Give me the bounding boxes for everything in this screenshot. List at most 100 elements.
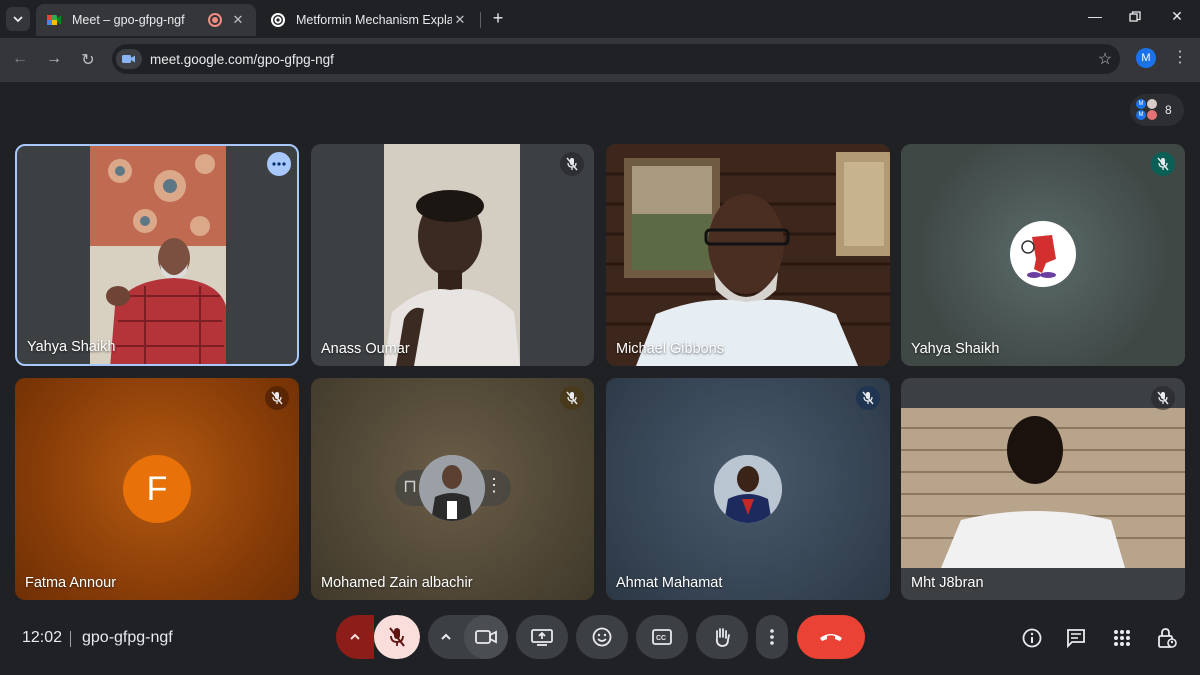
tile-more-options-button[interactable] (267, 152, 291, 176)
muted-indicator (560, 386, 584, 410)
mic-off-icon (1157, 157, 1169, 171)
more-options-button[interactable] (756, 615, 788, 659)
lock-person-icon (1158, 628, 1177, 648)
avatar: M (1136, 99, 1146, 109)
participant-name: Michael Gibbons (616, 341, 724, 357)
mic-off-icon (566, 157, 578, 171)
participant-name: Anass Oumar (321, 341, 410, 357)
tab-title: Metformin Mechanism Explaine (296, 13, 452, 27)
mic-toggle-button[interactable] (374, 615, 420, 659)
emoji-icon (592, 627, 612, 647)
avatar (1010, 221, 1076, 287)
camera-toggle-button[interactable] (464, 615, 508, 659)
close-tab-icon[interactable]: ✕ (452, 12, 468, 28)
reload-icon[interactable]: ↻ (78, 50, 98, 70)
participant-name: Fatma Annour (25, 575, 117, 591)
participant-name: Yahya Shaikh (911, 341, 1000, 357)
profile-photo-image (714, 455, 782, 523)
participant-tile[interactable]: ⊓ ⋮ Mohamed Zain albachir (311, 378, 594, 600)
info-icon (1022, 628, 1042, 648)
apps-grid-icon (1114, 630, 1130, 646)
participant-tile[interactable]: Ahmat Mahamat (606, 378, 890, 600)
minimize-icon[interactable]: — (1080, 8, 1110, 24)
avatar (1147, 99, 1157, 109)
mic-off-icon (566, 391, 578, 405)
avatar (1147, 110, 1157, 120)
participant-name: Mht J8bran (911, 575, 984, 591)
restore-icon[interactable] (1120, 8, 1150, 26)
forward-icon[interactable]: → (44, 50, 64, 68)
svg-text:CC: CC (656, 635, 666, 642)
captions-button[interactable]: CC (636, 615, 688, 659)
participant-name: Yahya Shaikh (27, 339, 116, 355)
participant-tile[interactable]: Anass Oumar (311, 144, 594, 366)
present-screen-button[interactable] (516, 615, 568, 659)
raise-hand-icon (715, 628, 730, 647)
video-frame-image (901, 408, 1185, 568)
browser-menu-icon[interactable]: ⋮ (1170, 46, 1190, 70)
chevron-down-icon (13, 16, 23, 23)
pin-icon[interactable]: ⊓ (403, 476, 417, 497)
video-frame-image (606, 144, 890, 366)
profile-avatar[interactable]: M (1136, 48, 1156, 68)
participant-video (90, 146, 226, 364)
raise-hand-button[interactable] (696, 615, 748, 659)
emoji-reactions-button[interactable] (576, 615, 628, 659)
call-controls-bar: 12:02 gpo-gfpg-ngf CC (0, 605, 1200, 675)
mic-off-icon (1157, 391, 1169, 405)
camera-options-button[interactable] (428, 615, 464, 659)
new-tab-button[interactable]: + (487, 8, 509, 29)
muted-indicator (856, 386, 880, 410)
divider (70, 631, 71, 647)
tab-divider (480, 12, 481, 28)
profile-photo-image (419, 455, 485, 521)
cartoon-avatar-image (1021, 235, 1056, 278)
avatar: M (1136, 110, 1146, 120)
activities-button[interactable] (1110, 626, 1134, 650)
current-time: 12:02 (22, 629, 63, 646)
meeting-details-button[interactable] (1020, 626, 1044, 650)
more-vertical-icon (770, 629, 774, 645)
browser-tab-strip: Meet – gpo-gfpg-ngf ✕ Metformin Mechanis… (0, 0, 1200, 38)
leave-call-button[interactable] (797, 615, 865, 659)
tab-chatgpt[interactable]: Metformin Mechanism Explaine ✕ (260, 4, 478, 36)
tab-title: Meet – gpo-gfpg-ngf (72, 13, 185, 27)
address-bar[interactable]: meet.google.com/gpo-gfpg-ngf ☆ (112, 44, 1120, 74)
participant-tile[interactable]: Mht J8bran (901, 378, 1185, 600)
end-call-icon (820, 634, 842, 641)
participant-avatars: M M (1136, 99, 1158, 121)
mic-off-icon (271, 391, 283, 405)
participant-name: Mohamed Zain albachir (321, 575, 473, 591)
avatar: F (123, 455, 191, 523)
close-window-icon[interactable]: ✕ (1162, 8, 1192, 25)
back-icon[interactable]: ← (10, 50, 30, 68)
tile-more-options-icon[interactable]: ⋮ (485, 475, 503, 496)
tab-search-button[interactable] (6, 7, 30, 31)
present-screen-icon (531, 629, 553, 646)
participant-video (901, 408, 1185, 568)
participant-name: Ahmat Mahamat (616, 575, 723, 591)
participant-tile[interactable]: Yahya Shaikh (15, 144, 299, 366)
chat-icon (1067, 629, 1085, 648)
chevron-up-icon (441, 633, 451, 640)
participant-video (606, 144, 890, 366)
muted-indicator (1151, 386, 1175, 410)
site-info-icon[interactable] (116, 49, 142, 69)
participant-tile[interactable]: F Fatma Annour (15, 378, 299, 600)
muted-indicator (560, 152, 584, 176)
close-tab-icon[interactable]: ✕ (230, 12, 246, 28)
chat-button[interactable] (1064, 626, 1088, 650)
avatar (419, 455, 485, 521)
bookmark-star-icon[interactable]: ☆ (1090, 49, 1120, 69)
host-controls-button[interactable] (1155, 626, 1179, 650)
mic-options-button[interactable] (336, 615, 374, 659)
participant-count: 8 (1165, 103, 1172, 117)
participant-video (384, 144, 520, 366)
participant-tile[interactable]: Yahya Shaikh (901, 144, 1185, 366)
participant-tile[interactable]: Michael Gibbons (606, 144, 890, 366)
participants-chip[interactable]: M M 8 (1130, 94, 1184, 126)
tab-meet[interactable]: Meet – gpo-gfpg-ngf ✕ (36, 4, 256, 36)
mic-off-icon (862, 391, 874, 405)
avatar (714, 455, 782, 523)
muted-indicator (265, 386, 289, 410)
